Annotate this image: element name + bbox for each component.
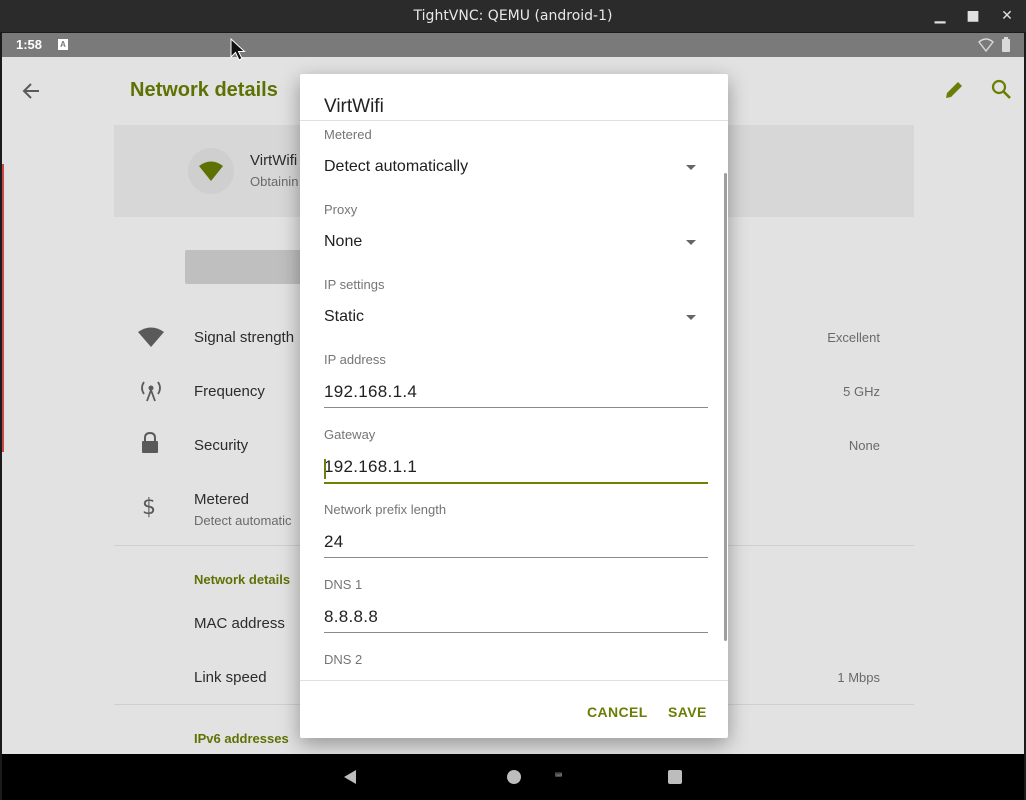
signal-strength-label: Signal strength xyxy=(194,329,295,346)
ip-address-input[interactable]: 192.168.1.4 xyxy=(324,382,708,410)
dns1-input[interactable]: 8.8.8.8 xyxy=(324,607,708,635)
dns1-underline xyxy=(324,632,708,633)
frequency-value: 5 GHz xyxy=(843,384,880,399)
dialog-bottom-divider xyxy=(300,680,728,681)
gateway-input-value: 192.168.1.1 xyxy=(324,457,418,476)
dollar-icon: $ xyxy=(142,495,156,520)
dns2-field-label: DNS 2 xyxy=(324,652,363,667)
signal-strength-value: Excellent xyxy=(827,330,880,345)
proxy-field-label: Proxy xyxy=(324,202,358,217)
network-status: Obtainin xyxy=(250,174,299,189)
metered-sub: Detect automatic xyxy=(194,513,292,528)
mouse-pointer-icon xyxy=(230,38,246,61)
mac-address-label: MAC address xyxy=(194,615,285,632)
battery-icon xyxy=(1002,37,1010,52)
antenna-icon xyxy=(141,381,161,402)
gateway-underline xyxy=(324,482,708,484)
text-cursor xyxy=(324,459,326,479)
ip-settings-field-label: IP settings xyxy=(324,277,385,292)
ip-settings-select-value: Static xyxy=(324,308,365,325)
link-speed-value: 1 Mbps xyxy=(837,670,880,685)
dialog-title: VirtWifi xyxy=(324,96,384,117)
frequency-label: Frequency xyxy=(194,383,265,400)
gateway-field-label: Gateway xyxy=(324,427,376,442)
pencil-icon[interactable] xyxy=(943,79,965,101)
window-title: TightVNC: QEMU (android-1) xyxy=(413,8,613,24)
prefix-length-underline xyxy=(324,557,708,558)
dns1-field-label: DNS 1 xyxy=(324,577,363,592)
nav-recents-icon[interactable] xyxy=(668,770,682,784)
network-name: VirtWifi xyxy=(250,152,298,169)
nav-back-icon[interactable] xyxy=(344,770,356,784)
cancel-button[interactable]: CANCEL xyxy=(587,704,648,720)
notification-icon: A xyxy=(58,39,68,50)
navigation-bar: ⌨ xyxy=(2,754,1024,800)
dropdown-caret-icon xyxy=(686,315,696,320)
network-wifi-badge xyxy=(188,148,234,194)
minimize-button[interactable]: ▁ xyxy=(930,6,950,26)
prefix-length-field-label: Network prefix length xyxy=(324,502,447,517)
forget-button[interactable] xyxy=(185,250,305,284)
maximize-button[interactable]: ■ xyxy=(963,6,983,26)
proxy-select-value: None xyxy=(324,233,363,250)
metered-select[interactable]: Detect automatically xyxy=(324,158,696,182)
close-button[interactable]: ✕ xyxy=(997,6,1017,26)
back-arrow-icon[interactable] xyxy=(21,81,41,101)
section-network-details: Network details xyxy=(194,572,291,587)
dialog-scroll-area[interactable]: Metered Detect automatically Proxy None … xyxy=(300,121,728,680)
edge-strip xyxy=(2,164,4,452)
ip-settings-select[interactable]: Static xyxy=(324,308,696,332)
android-screen: 1:58 A Network details VirtWifi Obtainin xyxy=(2,33,1024,800)
scrollbar-thumb[interactable] xyxy=(724,173,727,641)
wifi-edit-dialog: VirtWifi Metered Detect automatically Pr… xyxy=(300,74,728,738)
dropdown-caret-icon xyxy=(686,165,696,170)
link-speed-label: Link speed xyxy=(194,669,267,686)
search-icon[interactable] xyxy=(990,78,1012,100)
security-value: None xyxy=(848,438,880,453)
keyboard-icon[interactable]: ⌨ xyxy=(555,768,562,782)
prefix-length-input[interactable]: 24 xyxy=(324,532,708,560)
wifi-status-icon xyxy=(978,38,994,52)
status-bar: 1:58 A xyxy=(2,33,1024,57)
proxy-select[interactable]: None xyxy=(324,233,696,257)
section-ipv6: IPv6 addresses xyxy=(194,731,289,746)
ip-address-underline xyxy=(324,407,708,408)
nav-home-icon[interactable] xyxy=(507,770,521,784)
metered-field-label: Metered xyxy=(324,127,372,142)
save-button[interactable]: SAVE xyxy=(668,704,707,720)
metered-label: Metered xyxy=(194,491,250,508)
gateway-input[interactable]: 192.168.1.1 xyxy=(324,457,708,485)
vnc-titlebar: TightVNC: QEMU (android-1) ▁ ■ ✕ xyxy=(0,0,1026,32)
lock-icon xyxy=(142,432,158,453)
dropdown-caret-icon xyxy=(686,240,696,245)
status-time: 1:58 xyxy=(16,37,43,52)
metered-select-value: Detect automatically xyxy=(324,158,469,175)
page-title: Network details xyxy=(130,79,278,101)
wifi-icon xyxy=(199,161,223,181)
security-label: Security xyxy=(194,437,249,454)
ip-address-field-label: IP address xyxy=(324,352,386,367)
signal-wifi-icon xyxy=(138,327,164,347)
